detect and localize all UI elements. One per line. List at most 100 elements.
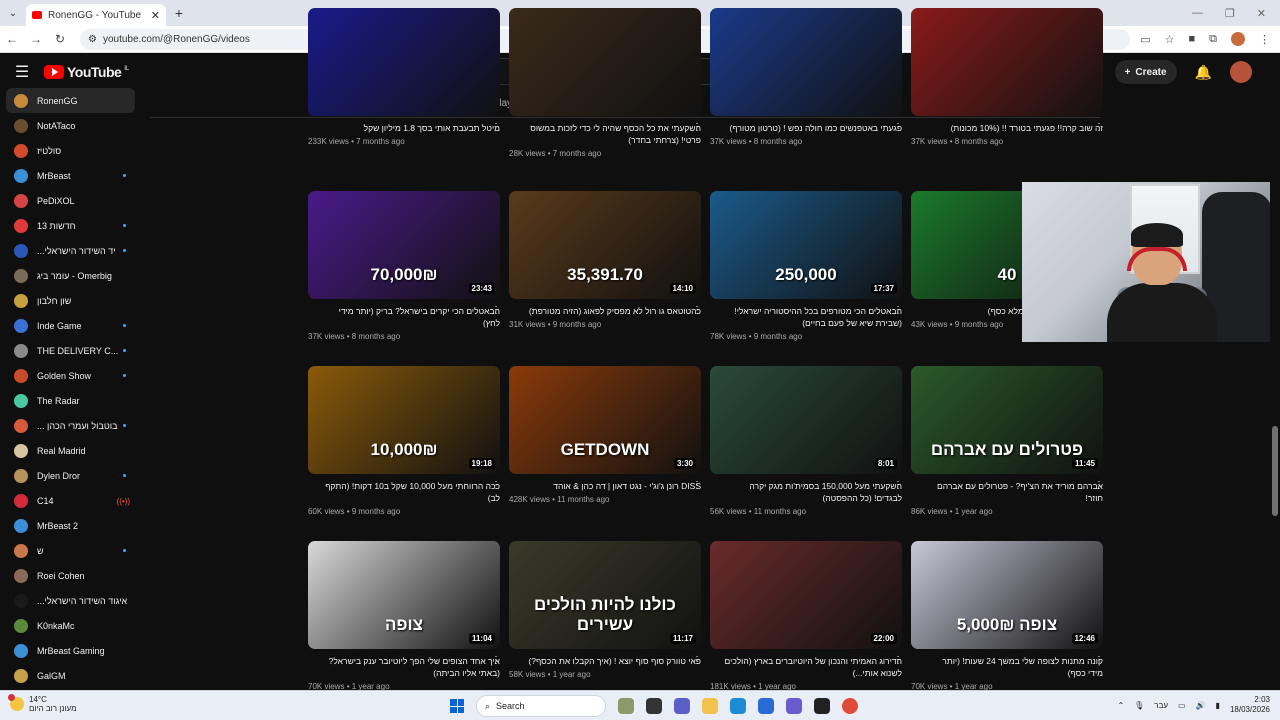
extensions-puzzle-icon[interactable]: ⧉ [1209,33,1217,46]
reload-icon[interactable]: ↻ [48,32,72,46]
video-card[interactable]: 10,000₪ 19:18 ⋮ ככה הרווחתי מעל 10,000 שקל … [308,366,501,516]
video-title[interactable]: ככה הרווחתי מעל 10,000 שקל ב10 דקות! (הת… [308,480,500,504]
tray-chevron-icon[interactable]: ⌃ [1117,701,1124,710]
clock[interactable]: 2:03 18/03/2026 [1230,695,1270,715]
volume-icon[interactable]: 🔊 [1196,701,1206,710]
video-title[interactable]: זה שוב קרה!! פגעתי בטורד !! (10% מכונות) [911,122,1103,134]
video-menu-icon[interactable]: ⋮ [491,480,501,491]
video-thumbnail[interactable]: 22:00 [710,541,902,649]
sidebar-channel-item[interactable]: MrBeast Gaming [0,638,140,663]
video-title[interactable]: הבאטלים הכי יקרים בישראל? בריק (יותר מיד… [308,305,500,329]
video-card[interactable]: GETDOWN 3:30 ⋮ DISS רונן ג'וג'י - נגט דאון … [509,366,702,504]
create-button[interactable]: + Create [1114,60,1177,84]
sidebar-channel-item[interactable]: Golden Show [0,363,140,388]
sidebar-channel-item[interactable]: PeDiXOL [0,188,140,213]
video-thumbnail[interactable] [509,8,701,116]
scrollbar-thumb[interactable] [1272,426,1278,516]
video-menu-icon[interactable]: ⋮ [491,122,501,133]
browser-profile-avatar[interactable] [1231,32,1245,46]
sidebar-channel-item[interactable]: Dylen Dror [0,463,140,488]
mic-tray-icon[interactable]: 🎙 [1134,701,1144,710]
site-info-icon[interactable]: ⚙ [88,34,97,45]
sidebar-channel-item[interactable]: ...יד השידור הישראלי [0,238,140,263]
video-thumbnail[interactable]: צופה 11:04 [308,541,500,649]
video-thumbnail[interactable]: כולנו להיות הולכים עשירים 11:17 [509,541,701,649]
video-card[interactable]: 35,391.70 14:10 ⋮ כהטוטאס גו רול לא מפסיק ל… [509,191,702,329]
video-thumbnail[interactable]: צופה 5,000₪ 12:46 [911,541,1103,649]
sidebar-channel-item[interactable]: GalGM [0,663,140,688]
video-thumbnail[interactable]: פטרולים עם אברהם 11:45 [911,366,1103,474]
sidebar-channel-item[interactable]: ש [0,538,140,563]
sidebar-channel-item[interactable]: Inde Game [0,313,140,338]
video-thumbnail[interactable]: GETDOWN 3:30 [509,366,701,474]
sidebar-channel-item[interactable]: עומר ביג - Omerbig [0,263,140,288]
video-card[interactable]: 250,000 17:37 ⋮ הבאטלים הכי מטורפים בכל ההי… [710,191,903,341]
video-title[interactable]: DISS רונן ג'וג'י - נגט דאון | דה כהן & א… [509,480,701,492]
video-card[interactable]: צופה 5,000₪ 12:46 ⋮ קונה מתנות לצופה שלי במ… [911,541,1104,691]
widgets-icon[interactable] [618,698,634,714]
sidebar-channel-item[interactable]: שון חלבון [0,288,140,313]
video-menu-icon[interactable]: ⋮ [491,655,501,666]
account-avatar[interactable] [1230,61,1252,83]
file-explorer-icon[interactable] [702,698,718,714]
video-thumbnail[interactable]: 8:01 [710,366,902,474]
sidebar-channel-item[interactable]: ...איגוד השידור הישראלי [0,588,140,613]
taskbar-search[interactable]: ⌕ Search [476,695,606,717]
sidebar-channel-item[interactable]: Real Madrid [0,438,140,463]
video-card[interactable]: כולנו להיות הולכים עשירים 11:17 ⋮ פאי טוורק… [509,541,702,679]
video-title[interactable]: כהטוטאס גו רול לא מפסיק לפאוג (הזיה מטור… [509,305,701,317]
sidebar-channel-item[interactable]: THE DELIVERY C... [0,338,140,363]
close-tab-icon[interactable]: ✕ [151,9,160,22]
video-title[interactable]: הבאטלים הכי מטורפים בכל ההיסטוריה ישראלי… [710,305,902,329]
video-menu-icon[interactable]: ⋮ [692,655,702,666]
sidebar-channel-item[interactable]: MrBeast [0,163,140,188]
new-tab-button[interactable]: + [166,5,192,21]
video-menu-icon[interactable]: ⋮ [893,480,903,491]
sidebar-channel-item[interactable]: C14 ((•)) [0,488,140,513]
video-title[interactable]: אברהם מוריד את הצ'יף? - פטרולים עם אברהם… [911,480,1103,504]
video-menu-icon[interactable]: ⋮ [1094,122,1104,133]
video-title[interactable]: פגעתי באטפנשים כמו חולה נפש ! (טרטון מטו… [710,122,902,134]
extension-icon[interactable]: ■ [1188,33,1195,45]
video-card[interactable]: צופה 11:04 ⋮ איך אחד הצופים שלי הפך ליוטיוב… [308,541,501,691]
teams-icon[interactable] [674,698,690,714]
sidebar-channel-item[interactable]: Roei Cohen [0,563,140,588]
video-menu-icon[interactable]: ⋮ [893,655,903,666]
chrome-icon[interactable] [842,698,858,714]
hamburger-menu-icon[interactable]: ☰ [0,62,44,82]
video-title[interactable]: מיטל תבעבת אותי בסך 1.8 מיליון שקל [308,122,500,134]
store-icon[interactable] [758,698,774,714]
sidebar-channel-item[interactable]: ... בוטבול ועמרי הכהן [0,413,140,438]
task-view-icon[interactable] [646,698,662,714]
video-menu-icon[interactable]: ⋮ [692,305,702,316]
video-card[interactable]: פטרולים עם אברהם 11:45 ⋮ אברהם מוריד את הצ'… [911,366,1104,516]
video-card[interactable]: 8:01 ⋮ השקעתי מעל 150,000 בסמית'ות מגק יקר… [710,366,903,516]
notifications-bell-icon[interactable]: 🔔 [1195,64,1212,81]
sidebar-channel-item[interactable]: K0nkaMc [0,613,140,638]
minimize-icon[interactable]: — [1192,7,1203,20]
video-card[interactable]: ⋮ מיטל תבעבת אותי בסך 1.8 מיליון שקל 233K … [308,8,501,146]
language-indicator[interactable]: עבר [1154,701,1168,710]
close-window-icon[interactable]: ✕ [1257,7,1266,20]
video-thumbnail[interactable]: 35,391.70 14:10 [509,191,701,299]
bookmark-star-icon[interactable]: ☆ [1165,33,1175,46]
video-card[interactable]: ⋮ זה שוב קרה!! פגעתי בטורד !! (10% מכונות… [911,8,1104,146]
video-card[interactable]: ⋮ פגעתי באטפנשים כמו חולה נפש ! (טרטון מט… [710,8,903,146]
tab-list-chevron-icon[interactable]: ⌄ [0,8,26,19]
video-title[interactable]: השקעתי את כל הכסף שהיה לי כדי לזכות במשו… [509,122,701,146]
video-menu-icon[interactable]: ⋮ [491,305,501,316]
video-thumbnail[interactable] [911,8,1103,116]
video-card[interactable]: 22:00 ⋮ הדירוג האמיתי והנכון של היוטיוברים… [710,541,903,691]
back-arrow-icon[interactable]: ← [0,32,24,46]
video-thumbnail[interactable] [308,8,500,116]
video-title[interactable]: הדירוג האמיתי והנכון של היוטיוברים בארץ … [710,655,902,679]
sidebar-channel-item[interactable]: RonenGG [6,88,135,113]
video-menu-icon[interactable]: ⋮ [893,305,903,316]
video-title[interactable]: השקעתי מעל 150,000 בסמית'ות מגק יקרה לבג… [710,480,902,504]
video-thumbnail[interactable]: 250,000 17:37 [710,191,902,299]
video-card[interactable]: 70,000₪ 23:43 ⋮ הבאטלים הכי יקרים בישראל? ב… [308,191,501,341]
discord-icon[interactable] [786,698,802,714]
forward-arrow-icon[interactable]: → [24,32,48,46]
youtube-logo[interactable]: YouTube IL [44,64,129,80]
video-menu-icon[interactable]: ⋮ [692,480,702,491]
